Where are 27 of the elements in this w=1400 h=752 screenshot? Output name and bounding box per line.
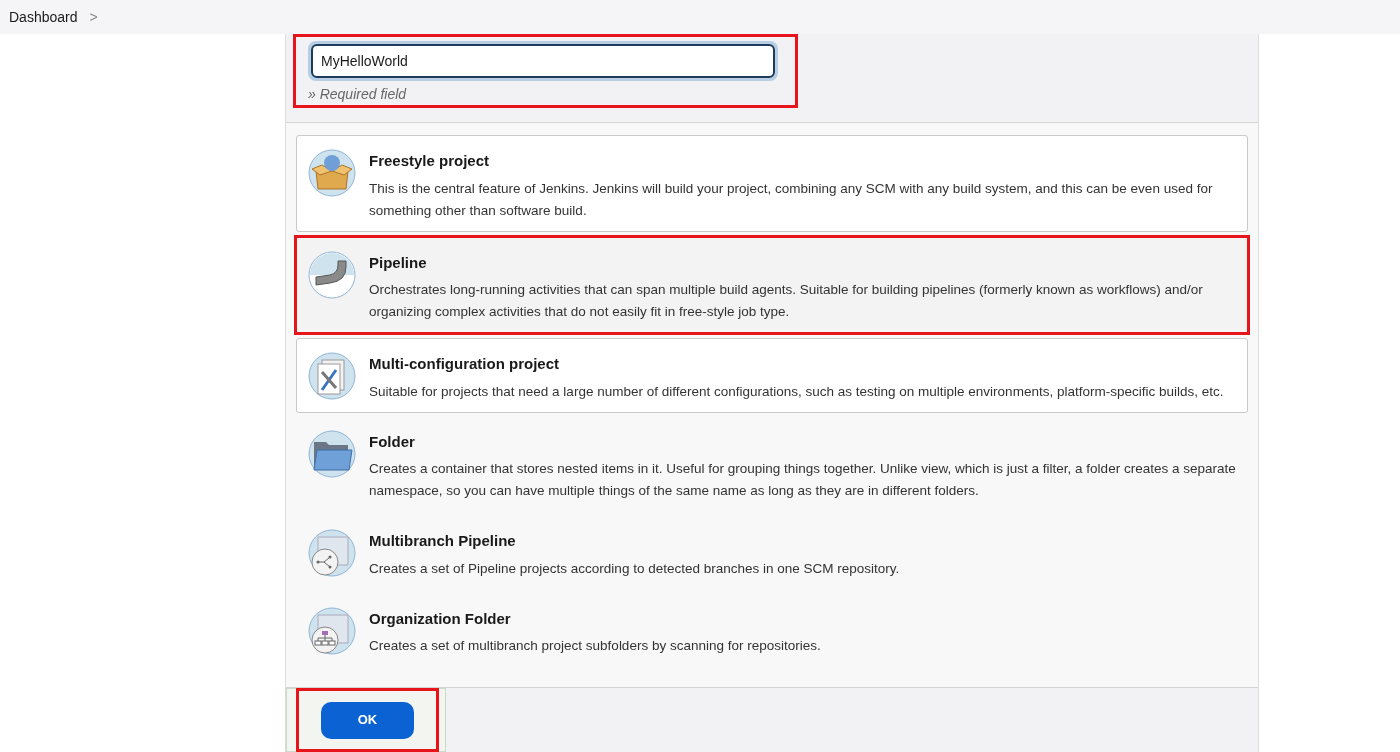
branch-folder-icon	[307, 528, 357, 578]
org-folder-icon	[307, 605, 357, 656]
item-type-title[interactable]: Folder	[369, 430, 1237, 453]
ok-button[interactable]: OK	[321, 701, 414, 739]
item-type-description: Suitable for projects that need a large number of different configurations, such as testing on multiple environments, platform-specific builds, etc.	[369, 382, 1224, 401]
item-type-description: Creates a set of multibranch project subfolders by scanning for repositories.	[369, 637, 821, 655]
item-type-description: Orchestrates long-running activities that can span multiple build agents. Suitable for building pipelines (formerly known as workflows) and/or organizing complex activities that do not easily fit in free-style job type.	[369, 281, 1204, 321]
item-type-title[interactable]: Multi-configuration project	[369, 353, 1224, 376]
folder-icon	[307, 428, 357, 479]
item-type-option[interactable]: Organization Folder Creates a set of multibranch project subfolders by scanning for repositories.	[296, 592, 1248, 667]
box-icon	[307, 148, 357, 198]
item-type-title[interactable]: Pipeline	[369, 251, 1237, 274]
item-type-option[interactable]: Multi-configuration project Suitable for projects that need a large number of different configurations, such as testing on multiple environments, platform-specific builds, etc.	[296, 338, 1248, 413]
item-type-option[interactable]: Multibranch Pipeline Creates a set of Pipeline projects according to detected branches in one SCM repository.	[296, 515, 1248, 590]
item-type-description: Creates a container that stores nested items in it. Useful for grouping things together. Unlike view, which is just a filter, a folder creates a separate namespace, so you can have multiple things of the same name as long as they are in different folders.	[369, 460, 1237, 500]
breadcrumb-separator: >	[89, 7, 98, 27]
pipe-icon	[307, 249, 357, 300]
required-field-hint: » Required field	[308, 85, 408, 104]
item-type-title[interactable]: Organization Folder	[369, 607, 821, 630]
item-type-description: This is the central feature of Jenkins. Jenkins will build your project, combining any SCM with any build system, and this can be even used for something other than software build.	[369, 179, 1214, 220]
item-type-title[interactable]: Multibranch Pipeline	[369, 530, 900, 553]
tools-icon	[307, 351, 357, 401]
item-type-description: Creates a set of Pipeline projects according to detected branches in one SCM repository.	[369, 559, 900, 578]
item-type-title[interactable]: Freestyle project	[369, 150, 1237, 173]
item-type-option[interactable]: Freestyle project This is the central feature of Jenkins. Jenkins will build your project, combining any SCM with any build system, and this can be even used for something other than software build.	[296, 135, 1248, 232]
breadcrumb-link[interactable]: Dashboard	[9, 6, 78, 28]
item-name-field[interactable]: MyHelloWorld	[311, 44, 775, 78]
